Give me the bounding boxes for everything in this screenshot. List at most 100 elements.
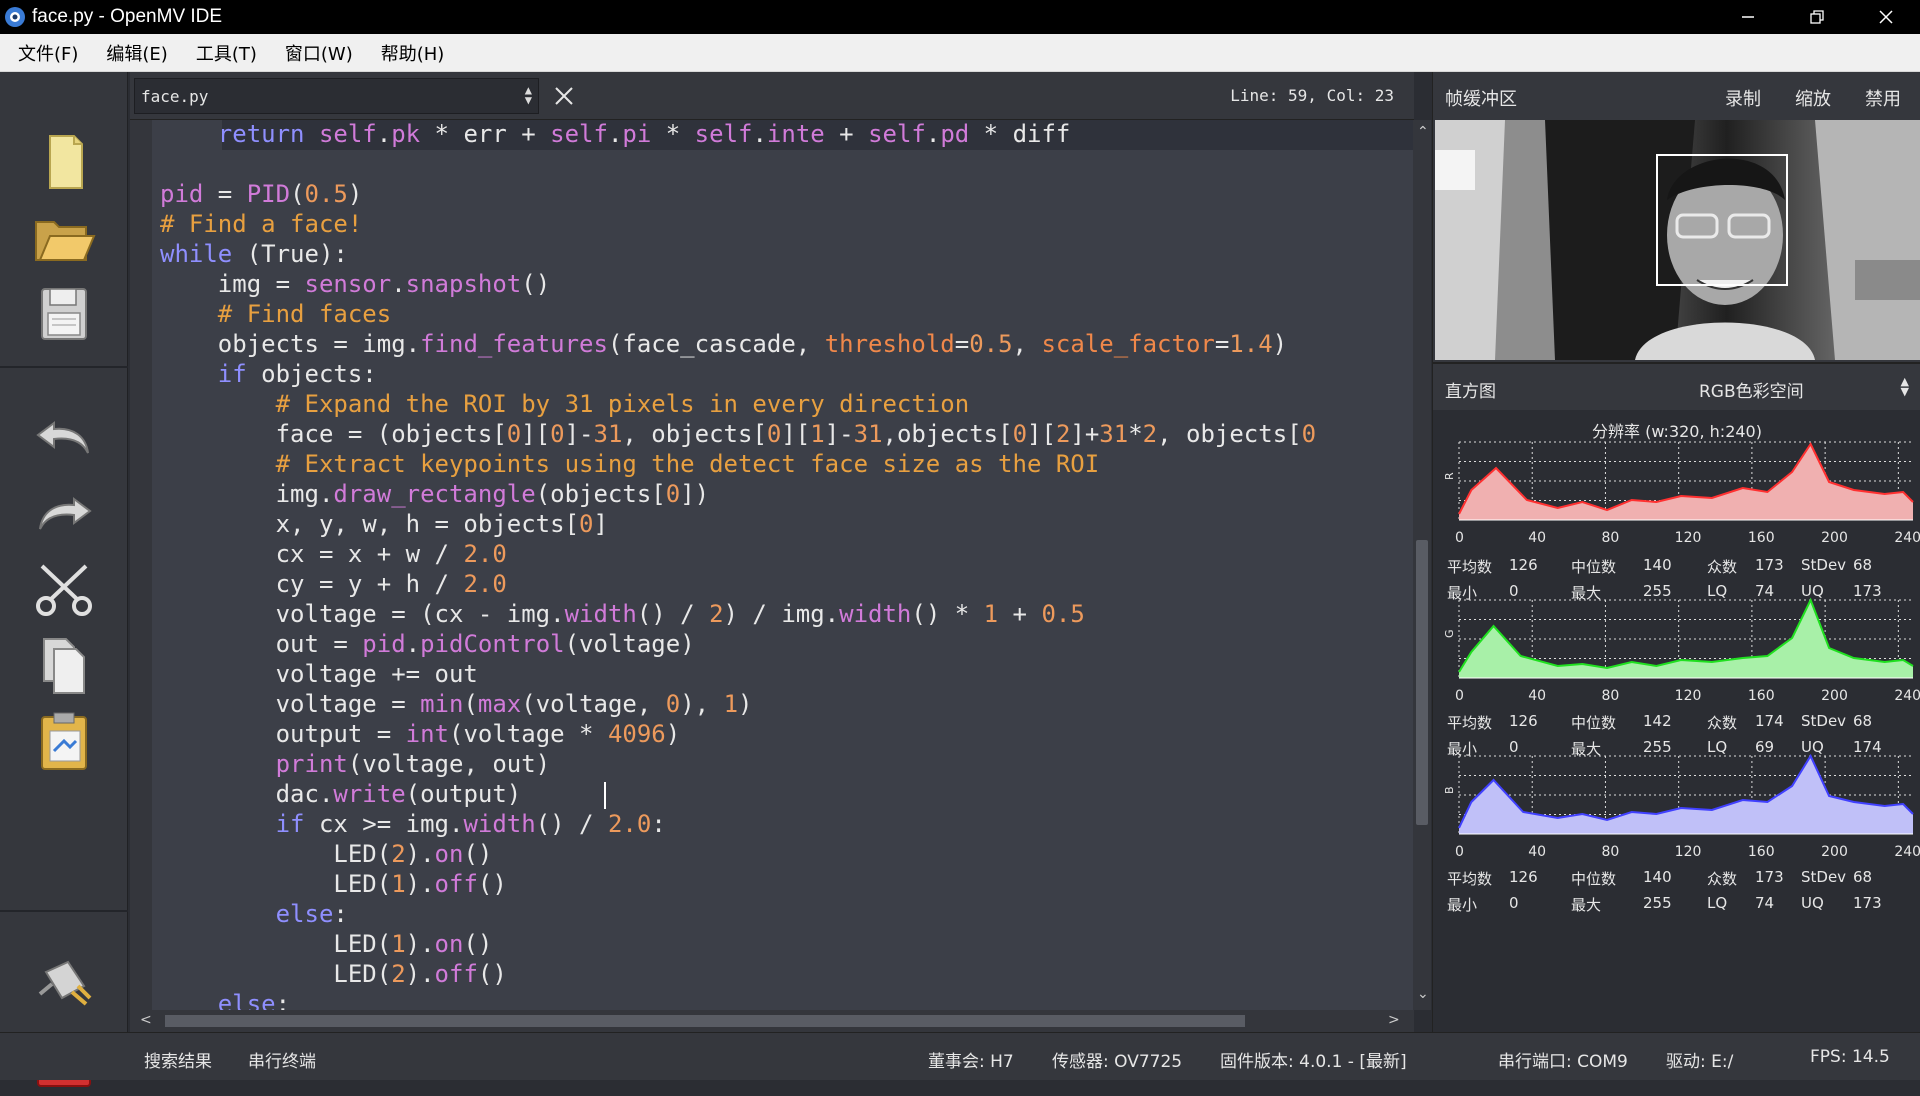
save-file-button[interactable] <box>28 278 100 350</box>
menu-window[interactable]: 窗口(W) <box>275 40 363 66</box>
histogram-b: B 0 40 80 120 160 200 240 <box>1443 753 1920 860</box>
menu-help[interactable]: 帮助(H) <box>371 40 455 66</box>
copy-button[interactable] <box>28 630 100 702</box>
code-line[interactable]: out = pid.pidControl(voltage) <box>160 629 695 659</box>
new-file-button[interactable] <box>28 126 100 198</box>
disable-button[interactable]: 禁用 <box>1865 85 1901 111</box>
search-results-tab[interactable]: 搜索结果 <box>144 1047 212 1072</box>
code-line[interactable]: cx = x + w / 2.0 <box>160 539 507 569</box>
stat-text: 众数 <box>1707 714 1738 732</box>
minimize-icon <box>1741 16 1754 18</box>
code-line[interactable]: LED(2).off() <box>160 959 506 989</box>
stat-text: UQ <box>1801 894 1824 912</box>
code-line[interactable]: voltage = (cx - img.width() / 2) / img.w… <box>160 599 1085 629</box>
code-line[interactable]: LED(2).on() <box>160 839 492 869</box>
x-tick-label: 80 <box>1601 844 1619 860</box>
code-line[interactable]: output = int(voltage * 4096) <box>160 719 681 749</box>
right-panel: 帧缓冲区 录制 缩放 禁用 直方图 RGB色彩空间 ▲ ▼ 分辨率 (w:320… <box>1432 72 1920 1032</box>
undo-button[interactable] <box>28 402 100 474</box>
restore-icon <box>1809 10 1824 24</box>
file-selector[interactable]: face.py ▲ ▼ <box>134 78 539 114</box>
stat-text: 173 <box>1853 894 1882 912</box>
code-line[interactable]: voltage = min(max(voltage, 0), 1) <box>160 689 753 719</box>
x-tick-label: 160 <box>1748 530 1775 546</box>
code-line[interactable]: while (True): <box>160 239 348 269</box>
code-line[interactable]: # Find a face! <box>160 209 362 239</box>
editor-gutter <box>130 120 152 1010</box>
stat-text: 众数 <box>1707 558 1738 576</box>
left-toolbar <box>0 72 128 1087</box>
menu-edit[interactable]: 编辑(E) <box>96 40 177 66</box>
x-tick-label: 80 <box>1601 530 1619 546</box>
serial-terminal-tab[interactable]: 串行终端 <box>248 1047 316 1072</box>
open-file-button[interactable] <box>28 202 100 274</box>
stat-text: StDev <box>1801 868 1847 886</box>
menu-bar: 文件(F) 编辑(E) 工具(T) 窗口(W) 帮助(H) <box>0 34 1920 72</box>
close-file-button[interactable] <box>546 78 582 114</box>
vertical-scrollbar[interactable]: ⌃ ⌄ <box>1413 120 1431 1010</box>
code-line[interactable]: if objects: <box>160 359 377 389</box>
x-tick-label: 200 <box>1821 844 1848 860</box>
menu-file[interactable]: 文件(F) <box>8 40 88 66</box>
code-line[interactable]: img = sensor.snapshot() <box>160 269 550 299</box>
updown-arrows-icon: ▲ ▼ <box>524 83 532 107</box>
color-space-select[interactable]: RGB色彩空间 ▲ ▼ <box>1699 376 1909 402</box>
stat-text: 140 <box>1643 556 1672 574</box>
code-line[interactable]: face = (objects[0][0]-31, objects[0][1]-… <box>160 419 1316 449</box>
stat-text: StDev <box>1801 712 1847 730</box>
restore-button[interactable] <box>1782 0 1851 34</box>
horizontal-scrollbar[interactable]: < > <box>130 1010 1414 1032</box>
code-line[interactable]: # Expand the ROI by 31 pixels in every d… <box>160 389 970 419</box>
close-window-button[interactable] <box>1851 0 1920 34</box>
copy-icon <box>43 638 85 694</box>
record-button[interactable]: 录制 <box>1725 85 1761 111</box>
code-line[interactable]: return self.pk * err + self.pi * self.in… <box>160 120 1071 149</box>
x-tick-label: 160 <box>1748 688 1775 704</box>
drive-status[interactable]: 驱动: E:/ <box>1666 1047 1733 1072</box>
redo-button[interactable] <box>28 478 100 550</box>
scroll-thumb[interactable] <box>1416 540 1428 825</box>
code-area[interactable]: return self.pk * err + self.pi * self.in… <box>160 120 1390 1010</box>
sensor-status: 传感器: OV7725 <box>1052 1052 1183 1072</box>
stat-text: 中位数 <box>1571 714 1617 732</box>
code-line[interactable]: # Find faces <box>160 299 391 329</box>
x-tick-label: 160 <box>1748 844 1775 860</box>
menu-tools[interactable]: 工具(T) <box>186 40 267 66</box>
scroll-left-icon[interactable]: < <box>140 1012 152 1028</box>
connect-button[interactable] <box>28 948 100 1020</box>
close-icon <box>555 87 573 105</box>
minimize-button[interactable] <box>1713 0 1782 34</box>
scroll-down-icon[interactable]: ⌄ <box>1417 986 1429 1002</box>
code-line[interactable]: # Extract keypoints using the detect fac… <box>160 449 1100 479</box>
stat-text: 140 <box>1643 868 1672 886</box>
zoom-button[interactable]: 缩放 <box>1795 85 1831 111</box>
x-tick-label: 200 <box>1821 530 1848 546</box>
code-line[interactable]: cy = y + h / 2.0 <box>160 569 507 599</box>
scroll-thumb[interactable] <box>165 1015 1245 1027</box>
firmware-status[interactable]: 固件版本: 4.0.1 - [最新] <box>1220 1047 1407 1072</box>
code-line[interactable]: dac.write(output) <box>160 779 522 809</box>
serial-port-status: 串行端口: COM9 <box>1498 1052 1628 1072</box>
code-line[interactable]: else: <box>160 899 348 929</box>
scroll-up-icon[interactable]: ⌃ <box>1417 124 1429 140</box>
scroll-right-icon[interactable]: > <box>1388 1012 1400 1028</box>
code-line[interactable]: if cx >= img.width() / 2.0: <box>160 809 666 839</box>
code-line[interactable]: LED(1).on() <box>160 929 492 959</box>
stat-text: 174 <box>1755 712 1784 730</box>
code-line[interactable]: else: <box>160 989 290 1010</box>
code-line[interactable]: img.draw_rectangle(objects[0]) <box>160 479 710 509</box>
code-line[interactable]: LED(1).off() <box>160 869 506 899</box>
histogram-area: 分辨率 (w:320, h:240) R 0 40 80 120 160 200 240 平均数… <box>1433 410 1920 1032</box>
cut-button[interactable] <box>28 554 100 626</box>
stat-text: LQ <box>1707 894 1728 912</box>
code-line[interactable]: pid = PID(0.5) <box>160 179 362 209</box>
code-line[interactable]: voltage += out <box>160 659 478 689</box>
frame-buffer-image <box>1435 120 1920 360</box>
code-line[interactable]: x, y, w, h = objects[0] <box>160 509 608 539</box>
code-line[interactable]: print(voltage, out) <box>160 749 551 779</box>
window-title: face.py - OpenMV IDE <box>32 6 223 27</box>
paste-button[interactable] <box>28 706 100 778</box>
camera-frame-image <box>1435 120 1920 360</box>
code-line[interactable]: objects = img.find_features(face_cascade… <box>160 329 1287 359</box>
code-editor[interactable]: return self.pk * err + self.pi * self.in… <box>130 120 1414 1010</box>
